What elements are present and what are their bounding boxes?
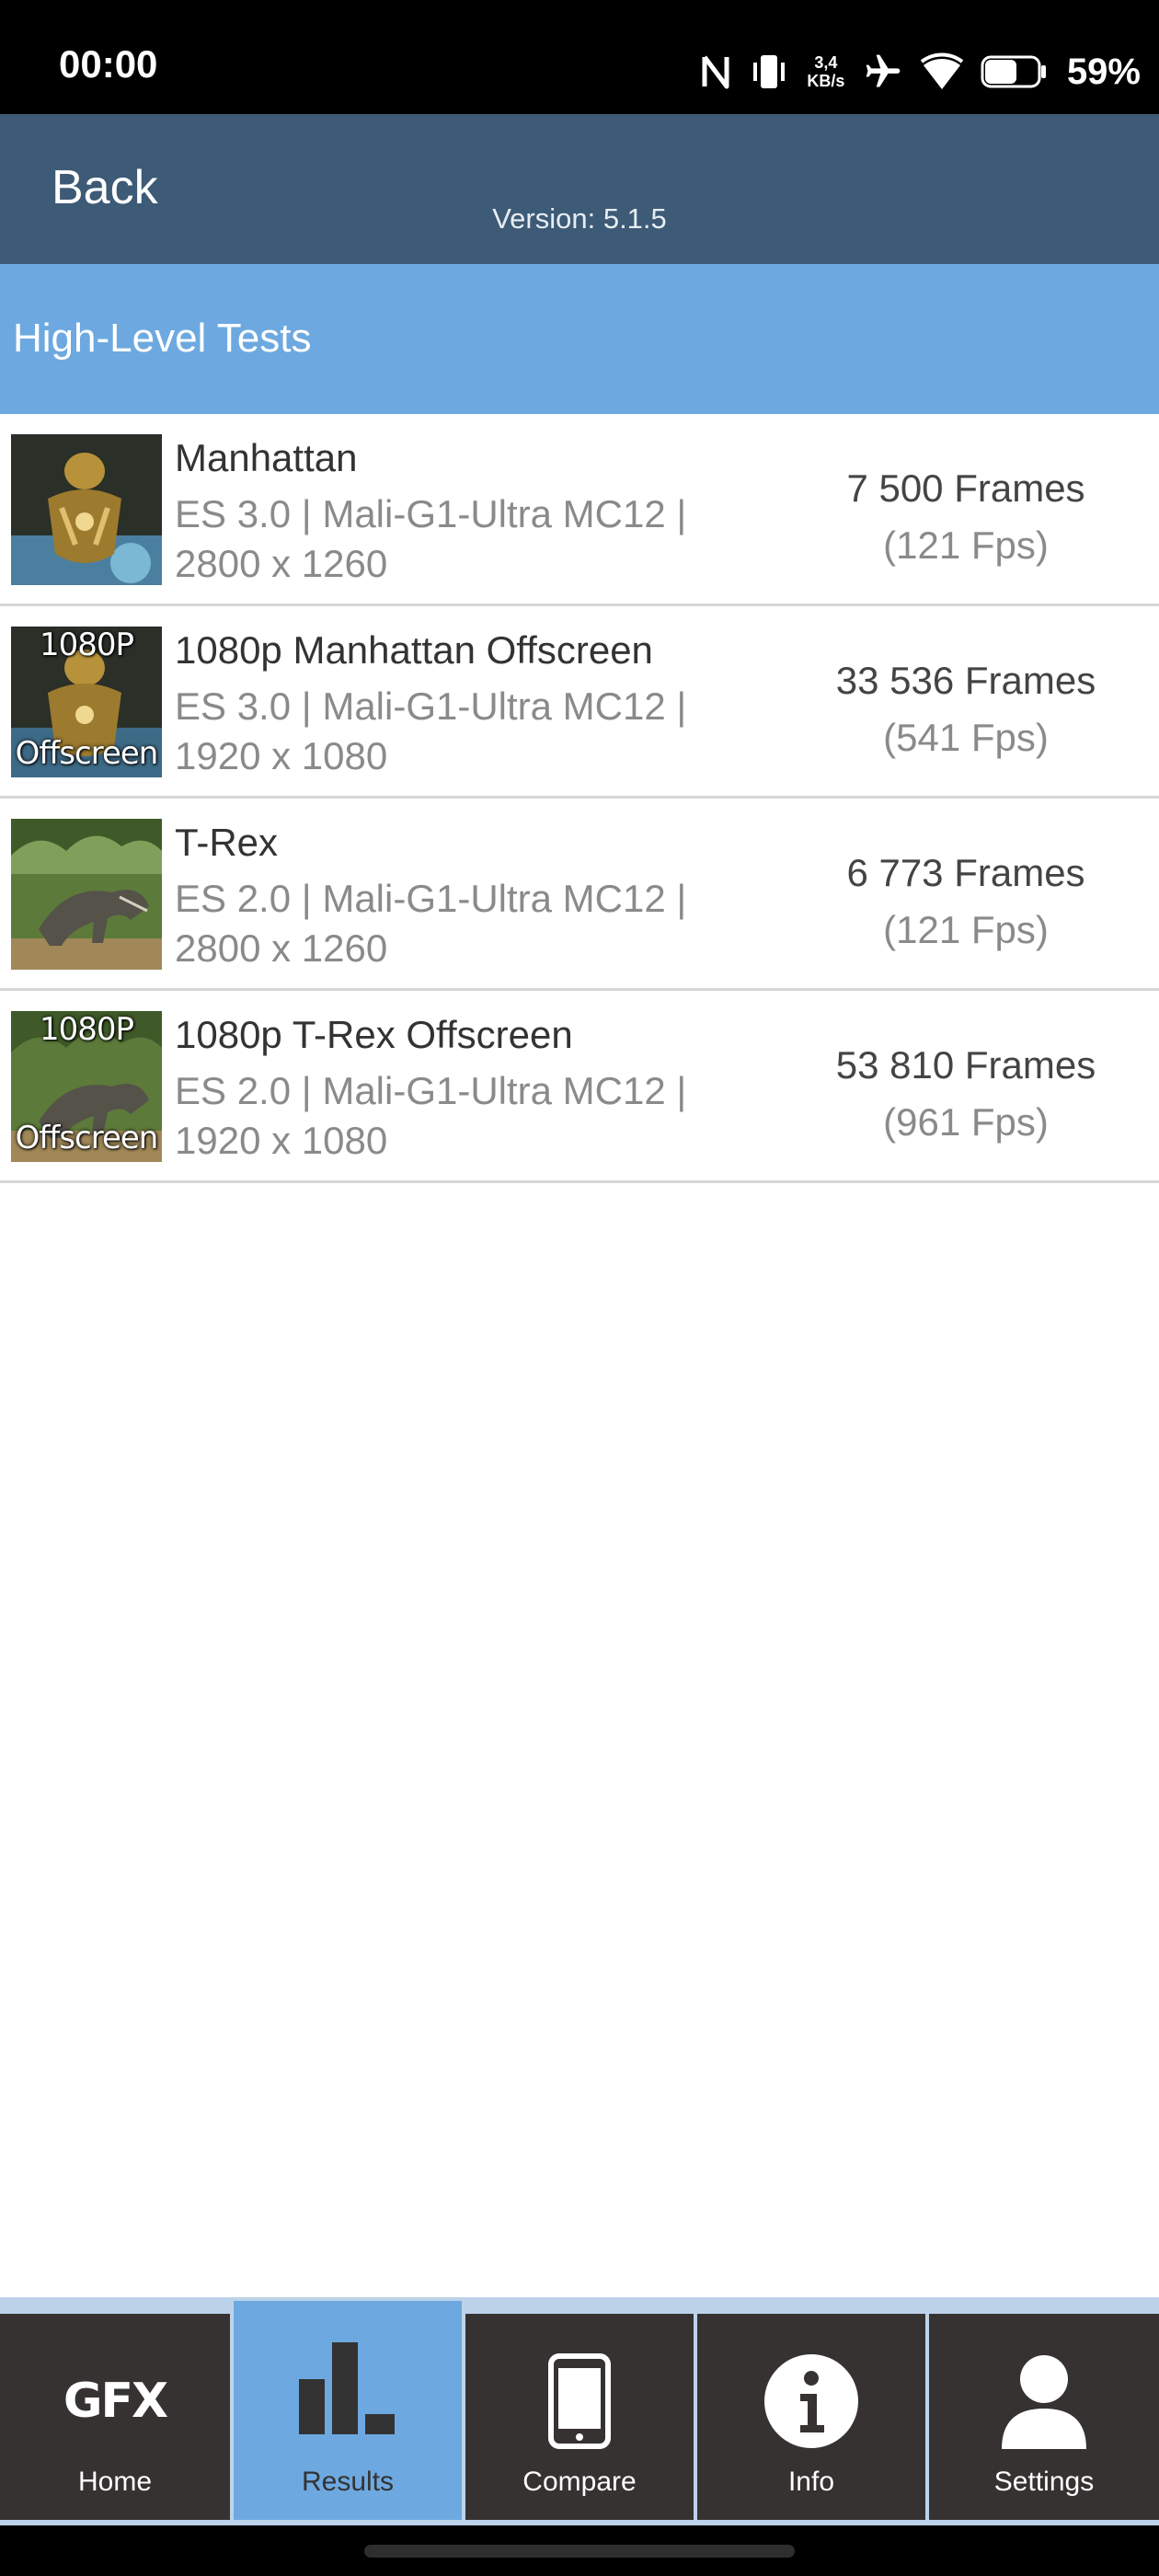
nav-settings[interactable]: Settings xyxy=(929,2314,1159,2520)
vibrate-icon xyxy=(749,52,789,92)
test-name: Manhattan xyxy=(175,436,358,479)
test-score: 53 810 Frames (961 Fps) xyxy=(791,1037,1141,1151)
status-time: 00:00 xyxy=(59,42,158,86)
test-name: T-Rex xyxy=(175,821,279,864)
nfc-icon xyxy=(701,53,732,90)
nav-label: Settings xyxy=(993,2467,1095,2497)
phone-icon xyxy=(465,2351,694,2452)
test-fps: (541 Fps) xyxy=(883,716,1049,759)
test-name: 1080p T-Rex Offscreen xyxy=(175,1013,573,1056)
battery-percent: 59% xyxy=(1066,51,1141,92)
test-frames: 7 500 Frames xyxy=(846,466,1085,510)
test-row-manhattan[interactable]: Manhattan ES 3.0 | Mali-G1-Ultra MC12 | … xyxy=(0,414,1159,606)
test-score: 7 500 Frames (121 Fps) xyxy=(791,460,1141,574)
test-details: ES 2.0 | Mali-G1-Ultra MC12 | 1920 x 108… xyxy=(175,1066,800,1166)
user-icon xyxy=(929,2351,1159,2452)
test-row-trex-offscreen[interactable]: 1080P Offscreen 1080p T-Rex Offscreen ES… xyxy=(0,991,1159,1183)
section-title: High-Level Tests xyxy=(13,316,312,361)
version-label: Version: 5.1.5 xyxy=(492,202,667,235)
thumbnail-label-top: 1080P xyxy=(39,1011,134,1048)
test-api-gpu: ES 3.0 | Mali-G1-Ultra MC12 | xyxy=(175,492,687,535)
nav-home[interactable]: GFX Home xyxy=(0,2314,230,2520)
airplane-icon xyxy=(863,52,903,92)
test-frames: 53 810 Frames xyxy=(835,1043,1096,1087)
test-score: 6 773 Frames (121 Fps) xyxy=(791,845,1141,959)
test-resolution: 2800 x 1260 xyxy=(175,542,388,585)
test-fps: (121 Fps) xyxy=(883,523,1049,567)
test-list: Manhattan ES 3.0 | Mali-G1-Ultra MC12 | … xyxy=(0,414,1159,1183)
test-frames: 33 536 Frames xyxy=(835,659,1096,702)
nav-label: Compare xyxy=(522,2467,637,2497)
test-details: ES 3.0 | Mali-G1-Ultra MC12 | 2800 x 126… xyxy=(175,489,800,589)
test-row-manhattan-offscreen[interactable]: 1080P Offscreen 1080p Manhattan Offscree… xyxy=(0,606,1159,799)
gesture-area xyxy=(0,2525,1159,2576)
bar-chart-icon xyxy=(234,2338,462,2439)
test-row-trex[interactable]: T-Rex ES 2.0 | Mali-G1-Ultra MC12 | 2800… xyxy=(0,799,1159,991)
network-speed: 3,4 KB/s xyxy=(807,53,845,90)
test-api-gpu: ES 2.0 | Mali-G1-Ultra MC12 | xyxy=(175,1069,687,1112)
status-bar: 00:00 3,4 KB/s 59% xyxy=(0,0,1159,114)
gesture-handle[interactable] xyxy=(364,2545,795,2558)
bottom-navigation: GFX Home Results Compare Info Settings xyxy=(0,2297,1159,2525)
test-resolution: 2800 x 1260 xyxy=(175,926,388,970)
nav-info[interactable]: Info xyxy=(697,2314,925,2520)
test-resolution: 1920 x 1080 xyxy=(175,1119,388,1162)
battery-icon xyxy=(981,53,1047,90)
thumbnail-label-top: 1080P xyxy=(39,627,134,663)
section-header: High-Level Tests xyxy=(0,264,1159,414)
manhattan-thumbnail xyxy=(11,434,162,585)
status-icons: 3,4 KB/s 59% xyxy=(701,44,1141,99)
test-fps: (121 Fps) xyxy=(883,908,1049,951)
trex-thumbnail xyxy=(11,819,162,970)
test-frames: 6 773 Frames xyxy=(846,851,1085,894)
test-score: 33 536 Frames (541 Fps) xyxy=(791,652,1141,766)
gfx-logo-icon: GFX xyxy=(63,2374,168,2429)
thumbnail-label-bottom: Offscreen xyxy=(15,1120,159,1156)
wifi-icon xyxy=(920,52,964,91)
app-header: Back Version: 5.1.5 xyxy=(0,114,1159,264)
manhattan-offscreen-thumbnail: 1080P Offscreen xyxy=(11,627,162,777)
test-name: 1080p Manhattan Offscreen xyxy=(175,628,653,672)
info-icon xyxy=(697,2351,925,2452)
nav-label: Info xyxy=(787,2467,835,2497)
nav-label: Results xyxy=(301,2467,395,2497)
nav-results[interactable]: Results xyxy=(234,2301,462,2520)
test-api-gpu: ES 2.0 | Mali-G1-Ultra MC12 | xyxy=(175,877,687,920)
test-details: ES 3.0 | Mali-G1-Ultra MC12 | 1920 x 108… xyxy=(175,682,800,781)
test-resolution: 1920 x 1080 xyxy=(175,734,388,777)
test-details: ES 2.0 | Mali-G1-Ultra MC12 | 2800 x 126… xyxy=(175,874,800,973)
test-api-gpu: ES 3.0 | Mali-G1-Ultra MC12 | xyxy=(175,684,687,728)
nav-label: Home xyxy=(77,2467,153,2497)
thumbnail-label-bottom: Offscreen xyxy=(15,735,159,772)
test-fps: (961 Fps) xyxy=(883,1100,1049,1144)
nav-compare[interactable]: Compare xyxy=(465,2314,694,2520)
trex-offscreen-thumbnail: 1080P Offscreen xyxy=(11,1011,162,1162)
